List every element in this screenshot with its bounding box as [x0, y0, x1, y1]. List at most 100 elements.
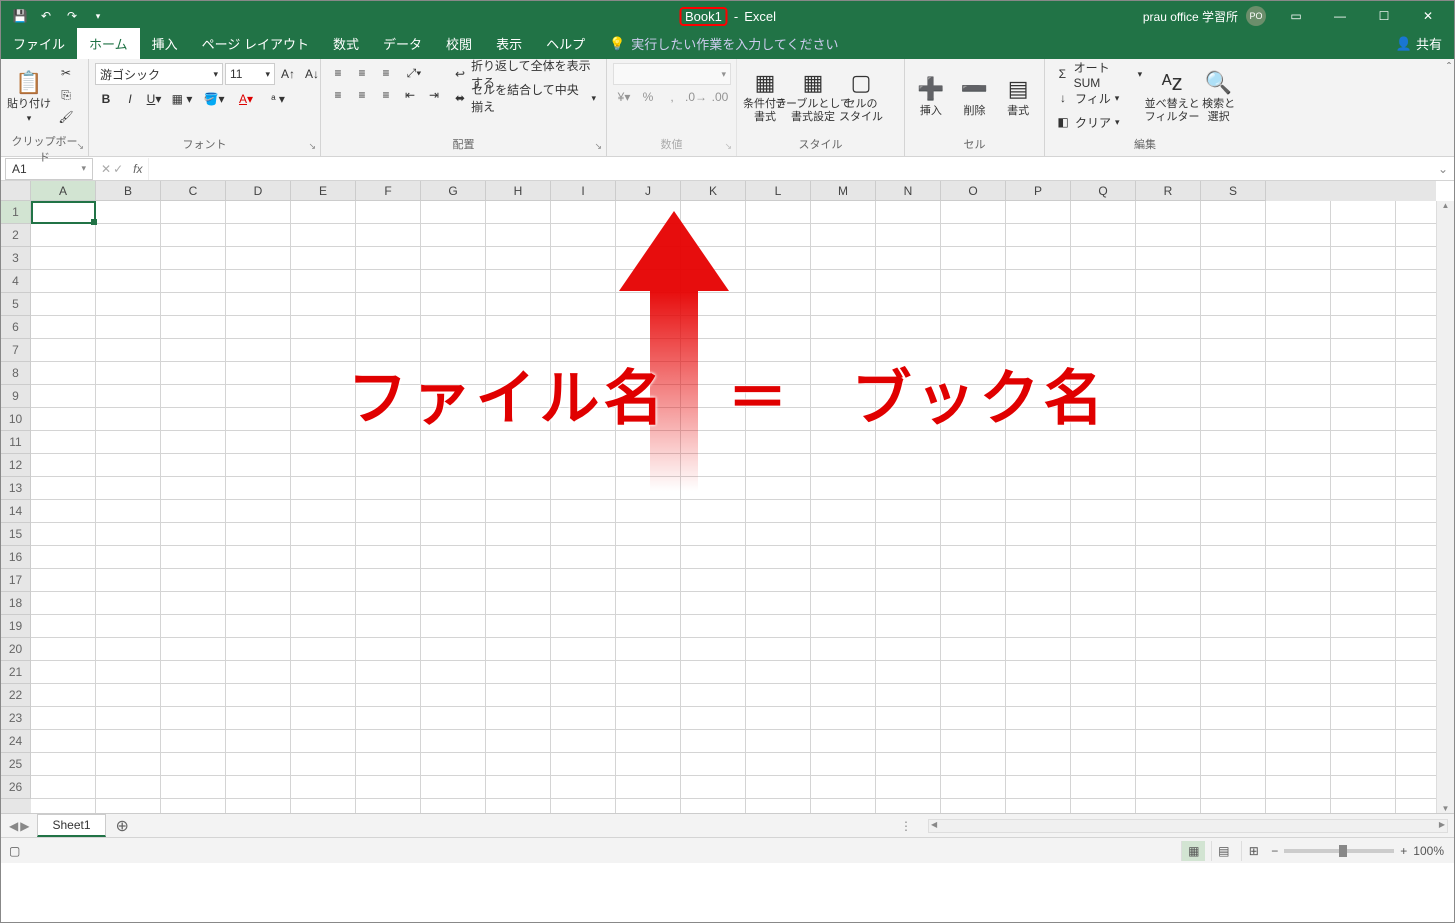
decrease-decimal-icon[interactable]: .00	[709, 87, 731, 107]
column-header[interactable]: R	[1136, 181, 1201, 201]
user-name[interactable]: prau office 学習所	[1143, 8, 1238, 25]
row-header[interactable]: 2	[1, 224, 31, 247]
row-header[interactable]: 4	[1, 270, 31, 293]
row-header[interactable]: 16	[1, 546, 31, 569]
tab-home[interactable]: ホーム	[77, 28, 140, 59]
row-header[interactable]: 10	[1, 408, 31, 431]
column-header[interactable]: O	[941, 181, 1006, 201]
increase-decimal-icon[interactable]: .0→	[685, 87, 707, 107]
border-button[interactable]: ▦ ▾	[167, 89, 197, 109]
vertical-scrollbar[interactable]	[1436, 201, 1454, 813]
row-header[interactable]: 17	[1, 569, 31, 592]
page-layout-view-icon[interactable]: ▤	[1211, 841, 1235, 861]
undo-icon[interactable]: ↶	[35, 5, 57, 27]
phonetic-button[interactable]: ᵃ ▾	[263, 89, 293, 109]
decrease-indent-icon[interactable]: ⇤	[399, 85, 421, 105]
row-header[interactable]: 24	[1, 730, 31, 753]
row-header[interactable]: 21	[1, 661, 31, 684]
qat-customize-icon[interactable]: ▾	[87, 5, 109, 27]
decrease-font-icon[interactable]: A↓	[301, 64, 323, 84]
normal-view-icon[interactable]: ▦	[1181, 841, 1205, 861]
row-header[interactable]: 5	[1, 293, 31, 316]
zoom-in-icon[interactable]: +	[1400, 844, 1407, 858]
user-avatar[interactable]: PO	[1246, 6, 1266, 26]
clipboard-launcher-icon[interactable]: ↘	[76, 141, 84, 152]
column-header[interactable]: E	[291, 181, 356, 201]
column-header[interactable]: J	[616, 181, 681, 201]
row-header[interactable]: 3	[1, 247, 31, 270]
column-header[interactable]: N	[876, 181, 941, 201]
find-select-button[interactable]: 🔍検索と 選択	[1198, 63, 1239, 131]
merge-center-button[interactable]: ⬌セルを結合して中央揃え▾	[449, 87, 600, 109]
insert-cells-button[interactable]: ➕挿入	[911, 63, 951, 131]
bold-button[interactable]: B	[95, 89, 117, 109]
font-color-button[interactable]: A▾	[231, 89, 261, 109]
close-icon[interactable]: ✕	[1406, 1, 1450, 31]
add-sheet-button[interactable]: ⊕	[106, 816, 139, 836]
align-top-icon[interactable]: ≡	[327, 63, 349, 83]
tell-me-search[interactable]: 💡 実行したい作業を入力してください	[597, 28, 850, 59]
font-name-dropdown[interactable]: 游ゴシック▾	[95, 63, 223, 85]
column-header[interactable]: F	[356, 181, 421, 201]
font-launcher-icon[interactable]: ↘	[308, 141, 316, 152]
horizontal-scrollbar[interactable]	[928, 819, 1448, 833]
comma-icon[interactable]: ,	[661, 87, 683, 107]
number-format-dropdown[interactable]: ▾	[613, 63, 731, 85]
record-macro-icon[interactable]: ▢	[1, 844, 28, 858]
column-header[interactable]: L	[746, 181, 811, 201]
column-header[interactable]: H	[486, 181, 551, 201]
delete-cells-button[interactable]: ➖削除	[955, 63, 995, 131]
paste-button[interactable]: 📋 貼り付け ▾	[7, 63, 51, 131]
format-cells-button[interactable]: ▤書式	[998, 63, 1038, 131]
sheet-nav-prev-icon[interactable]: ◀	[9, 819, 18, 833]
tab-review[interactable]: 校閲	[434, 28, 484, 59]
tab-pagelayout[interactable]: ページ レイアウト	[190, 28, 321, 59]
format-painter-icon[interactable]: 🖌	[55, 107, 77, 127]
cut-icon[interactable]: ✂	[55, 63, 77, 83]
row-header[interactable]: 22	[1, 684, 31, 707]
autosum-button[interactable]: Σオート SUM▾	[1051, 63, 1146, 85]
column-header[interactable]: B	[96, 181, 161, 201]
maximize-icon[interactable]: ☐	[1362, 1, 1406, 31]
clear-button[interactable]: ◧クリア▾	[1051, 111, 1146, 133]
align-bottom-icon[interactable]: ≡	[375, 63, 397, 83]
column-header[interactable]: G	[421, 181, 486, 201]
share-button[interactable]: 👤 共有	[1384, 28, 1454, 59]
cancel-formula-icon[interactable]: ✕	[101, 162, 111, 176]
column-header[interactable]: D	[226, 181, 291, 201]
tab-formulas[interactable]: 数式	[321, 28, 371, 59]
row-header[interactable]: 7	[1, 339, 31, 362]
redo-icon[interactable]: ↷	[61, 5, 83, 27]
align-launcher-icon[interactable]: ↘	[594, 141, 602, 152]
tab-help[interactable]: ヘルプ	[534, 28, 597, 59]
page-break-view-icon[interactable]: ⊞	[1241, 841, 1265, 861]
orientation-icon[interactable]: ⤢▾	[399, 63, 429, 83]
number-launcher-icon[interactable]: ↘	[724, 141, 732, 152]
italic-button[interactable]: I	[119, 89, 141, 109]
cells-area[interactable]	[31, 201, 1436, 813]
column-header[interactable]: P	[1006, 181, 1071, 201]
row-header[interactable]: 18	[1, 592, 31, 615]
active-cell[interactable]	[31, 201, 96, 224]
formula-input[interactable]	[148, 158, 1431, 180]
cell-styles-button[interactable]: ▢セルの スタイル	[839, 63, 883, 131]
row-header[interactable]: 26	[1, 776, 31, 799]
expand-formula-icon[interactable]: ⌄	[1432, 162, 1454, 176]
row-header[interactable]: 6	[1, 316, 31, 339]
sheet-tab[interactable]: Sheet1	[37, 814, 105, 837]
row-header[interactable]: 12	[1, 454, 31, 477]
align-left-icon[interactable]: ≡	[327, 85, 349, 105]
align-center-icon[interactable]: ≡	[351, 85, 373, 105]
row-header[interactable]: 13	[1, 477, 31, 500]
row-header[interactable]: 11	[1, 431, 31, 454]
column-header[interactable]: S	[1201, 181, 1266, 201]
fill-color-button[interactable]: 🪣▾	[199, 89, 229, 109]
fill-button[interactable]: ↓フィル▾	[1051, 87, 1146, 109]
row-header[interactable]: 15	[1, 523, 31, 546]
minimize-icon[interactable]: —	[1318, 1, 1362, 31]
sheet-nav-next-icon[interactable]: ▶	[20, 819, 29, 833]
font-size-dropdown[interactable]: 11▾	[225, 63, 275, 85]
ribbon-options-icon[interactable]: ▭	[1274, 1, 1318, 31]
format-table-button[interactable]: ▦テーブルとして 書式設定	[791, 63, 835, 131]
column-header[interactable]: M	[811, 181, 876, 201]
